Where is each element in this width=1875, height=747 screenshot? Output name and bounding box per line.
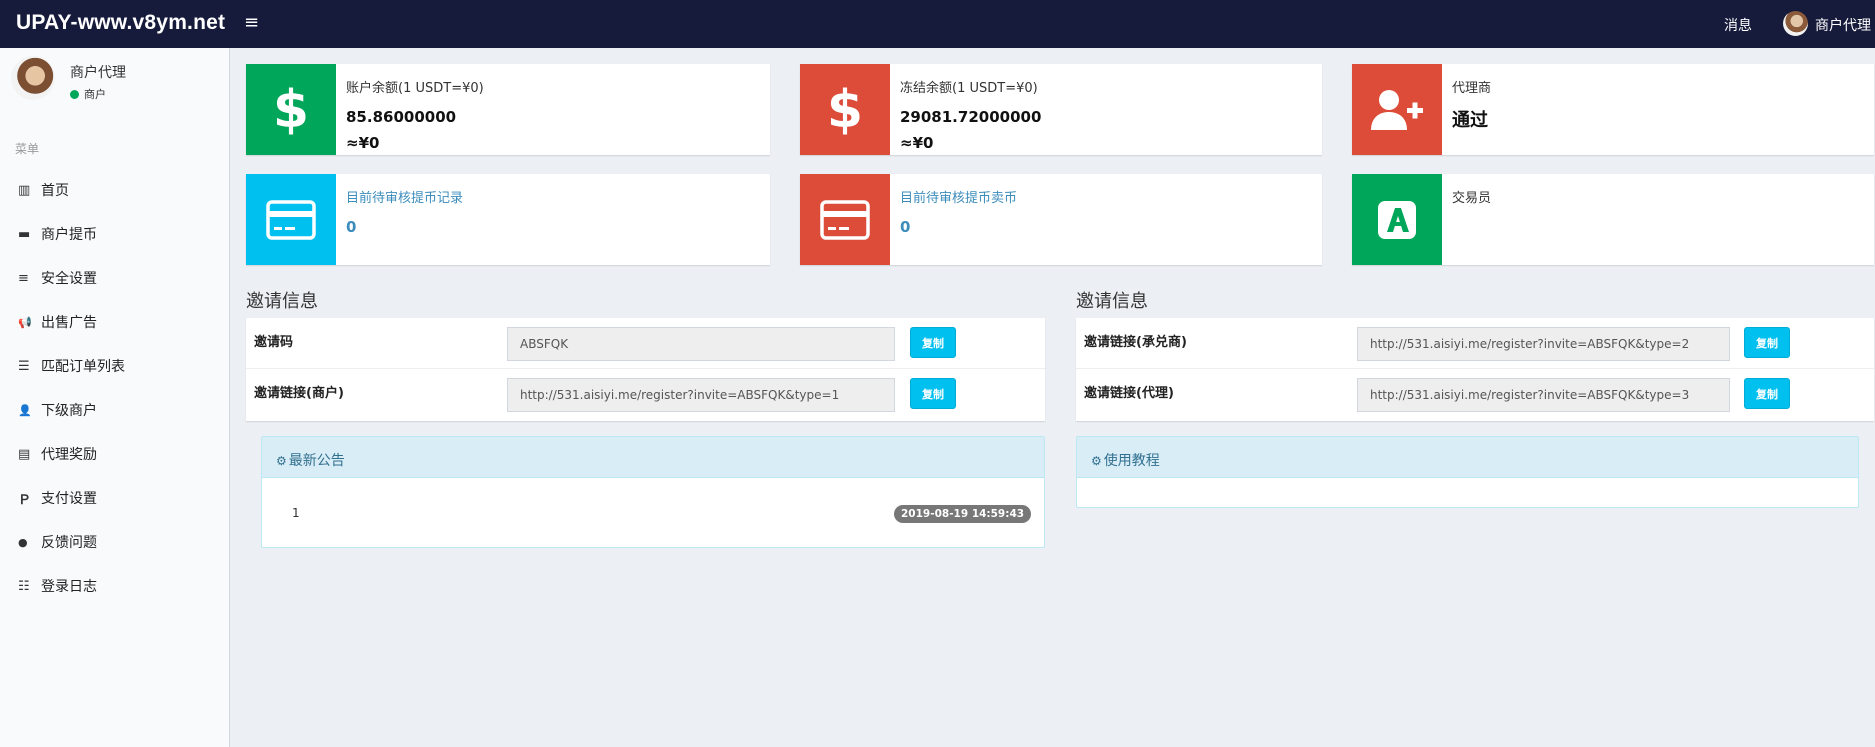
sidebar-item-label: 下级商户 xyxy=(41,403,97,419)
avatar xyxy=(11,56,55,100)
info-box-label: 代理商 xyxy=(1452,81,1492,96)
list-item[interactable]: 1 xyxy=(292,506,300,520)
sidebar-item-withdraw[interactable]: ▬ 商户提币 xyxy=(0,212,229,256)
sidebar-item-security[interactable]: ≡ 安全设置 xyxy=(0,256,229,300)
user-plus-icon xyxy=(1352,64,1442,155)
invite-code-label: 邀请码 xyxy=(254,335,294,350)
info-box-agent: 代理商 通过 xyxy=(1352,64,1874,155)
sidebar: 商户代理 商户 菜单 ▥ 首页 ▬ 商户提币 ≡ 安全设置 📢 出售广告 ☰ 匹配订单列表… xyxy=(0,48,230,747)
list-icon: ≡ xyxy=(18,270,29,286)
info-box-trader: 交易员 xyxy=(1352,174,1874,265)
menu-toggle-icon[interactable]: ≡ xyxy=(244,12,259,33)
invite-section-title: 邀请信息 xyxy=(246,291,318,312)
sidebar-item-label: 代理奖励 xyxy=(41,447,97,463)
info-box-label: 冻结余额(1 USDT=¥0) xyxy=(900,81,1038,96)
invite-link-agent-label: 邀请链接(代理) xyxy=(1084,386,1174,401)
user-plus-icon: 👤 xyxy=(18,403,32,417)
top-navbar: UPAY-www.v8ym.net ≡ 消息 商户代理 xyxy=(0,0,1875,48)
sidebar-menu: ▥ 首页 ▬ 商户提币 ≡ 安全设置 📢 出售广告 ☰ 匹配订单列表 👤 下级商户 ▤ 代理奖… xyxy=(0,168,229,608)
copy-button[interactable]: 复制 xyxy=(910,327,956,358)
server-icon: ▤ xyxy=(18,446,31,462)
table-row: 邀请链接(商户) http://531.aisiyi.me/register?i… xyxy=(246,369,1045,420)
info-box-frozen: $ 冻结余额(1 USDT=¥0) 29081.72000000 ≈¥0 xyxy=(800,64,1322,155)
invite-link-acceptor-label: 邀请链接(承兑商) xyxy=(1084,335,1187,350)
balance-cny: ≈¥0 xyxy=(346,134,380,152)
pending-withdraw-count: 0 xyxy=(346,218,357,236)
invite-section-title: 邀请信息 xyxy=(1076,291,1148,312)
sidebar-item-login-log[interactable]: ☷ 登录日志 xyxy=(0,564,229,608)
cogs-icon: ⚙ xyxy=(1091,454,1102,468)
announcements-panel: ⚙ 最新公告 1 2019-08-19 14:59:43 xyxy=(261,436,1045,548)
info-box-pending-sell[interactable]: 目前待审核提币卖币 0 xyxy=(800,174,1322,265)
info-box-label: 账户余额(1 USDT=¥0) xyxy=(346,81,484,96)
panel-heading: ⚙ 最新公告 xyxy=(262,437,1044,478)
comment-icon: ● xyxy=(18,535,28,549)
sidebar-item-label: 出售广告 xyxy=(41,315,97,331)
credit-card-icon: ▬ xyxy=(18,226,31,242)
app-a-icon xyxy=(1352,174,1442,265)
invite-link-merchant-label: 邀请链接(商户) xyxy=(254,386,344,401)
panel-heading: ⚙ 使用教程 xyxy=(1077,437,1858,478)
sidebar-item-payment[interactable]: Ｐ 支付设置 xyxy=(0,476,229,520)
sidebar-item-label: 商户提币 xyxy=(41,227,97,243)
bullhorn-icon: 📢 xyxy=(18,315,32,329)
status-text: 商户 xyxy=(84,88,106,101)
sidebar-item-sub-merchants[interactable]: 👤 下级商户 xyxy=(0,388,229,432)
table-row: 邀请码 ABSFQK 复制 xyxy=(246,318,1045,369)
sidebar-item-label: 安全设置 xyxy=(41,271,97,287)
frozen-cny: ≈¥0 xyxy=(900,134,934,152)
tutorial-panel: ⚙ 使用教程 xyxy=(1076,436,1859,508)
table-row: 邀请链接(承兑商) http://531.aisiyi.me/register?… xyxy=(1076,318,1874,369)
sidebar-item-label: 登录日志 xyxy=(41,579,97,595)
invite-link-acceptor-field[interactable]: http://531.aisiyi.me/register?invite=ABS… xyxy=(1357,327,1730,361)
avatar[interactable] xyxy=(1783,11,1808,36)
sidebar-item-label: 匹配订单列表 xyxy=(41,359,125,375)
credit-card-icon xyxy=(246,174,336,265)
sidebar-item-feedback[interactable]: ● 反馈问题 xyxy=(0,520,229,564)
menu-header: 菜单 xyxy=(15,142,40,156)
copy-button[interactable]: 复制 xyxy=(1744,378,1790,409)
sidebar-item-label: 首页 xyxy=(41,183,69,199)
invite-code-field[interactable]: ABSFQK xyxy=(507,327,895,361)
paypal-icon: Ｐ xyxy=(18,492,32,508)
user-menu[interactable]: 商户代理 xyxy=(1815,15,1871,35)
invite-table-right: 邀请链接(承兑商) http://531.aisiyi.me/register?… xyxy=(1076,318,1874,421)
date-badge: 2019-08-19 14:59:43 xyxy=(894,505,1032,523)
info-box-balance: $ 账户余额(1 USDT=¥0) 85.86000000 ≈¥0 xyxy=(246,64,770,155)
brand-logo[interactable]: UPAY-www.v8ym.net xyxy=(16,11,225,35)
online-dot-icon xyxy=(70,90,79,99)
sidebar-item-orders[interactable]: ☰ 匹配订单列表 xyxy=(0,344,229,388)
list-ol-icon: ☷ xyxy=(18,578,30,594)
frozen-value: 29081.72000000 xyxy=(900,108,1042,126)
list-alt-icon: ☰ xyxy=(18,358,30,374)
balance-value: 85.86000000 xyxy=(346,108,457,126)
sidebar-user-name: 商户代理 xyxy=(70,65,126,81)
status-badge: 商户 xyxy=(70,86,106,102)
invite-table-left: 邀请码 ABSFQK 复制 邀请链接(商户) http://531.aisiyi… xyxy=(246,318,1045,421)
cogs-icon: ⚙ xyxy=(276,454,287,468)
copy-button[interactable]: 复制 xyxy=(1744,327,1790,358)
copy-button[interactable]: 复制 xyxy=(910,378,956,409)
sidebar-item-home[interactable]: ▥ 首页 xyxy=(0,168,229,212)
credit-card-icon xyxy=(800,174,890,265)
invite-link-merchant-field[interactable]: http://531.aisiyi.me/register?invite=ABS… xyxy=(507,378,895,412)
pending-sell-count: 0 xyxy=(900,218,911,236)
panel-title: 最新公告 xyxy=(288,453,345,469)
table-row: 邀请链接(代理) http://531.aisiyi.me/register?i… xyxy=(1076,369,1874,420)
invite-link-agent-field[interactable]: http://531.aisiyi.me/register?invite=ABS… xyxy=(1357,378,1730,412)
sidebar-item-label: 反馈问题 xyxy=(41,535,97,551)
info-box-label: 交易员 xyxy=(1452,191,1492,206)
agent-status: 通过 xyxy=(1452,110,1488,131)
info-box-pending-withdraw[interactable]: 目前待审核提币记录 0 xyxy=(246,174,770,265)
sidebar-item-agent-rewards[interactable]: ▤ 代理奖励 xyxy=(0,432,229,476)
bar-chart-icon: ▥ xyxy=(18,182,31,198)
messages-link[interactable]: 消息 xyxy=(1724,15,1752,35)
info-box-label[interactable]: 目前待审核提币记录 xyxy=(346,187,463,206)
dollar-icon: $ xyxy=(800,64,890,155)
info-box-label[interactable]: 目前待审核提币卖币 xyxy=(900,187,1017,206)
dollar-icon: $ xyxy=(246,64,336,155)
panel-title: 使用教程 xyxy=(1103,453,1160,469)
sidebar-item-label: 支付设置 xyxy=(41,491,97,507)
sidebar-item-sell-ads[interactable]: 📢 出售广告 xyxy=(0,300,229,344)
